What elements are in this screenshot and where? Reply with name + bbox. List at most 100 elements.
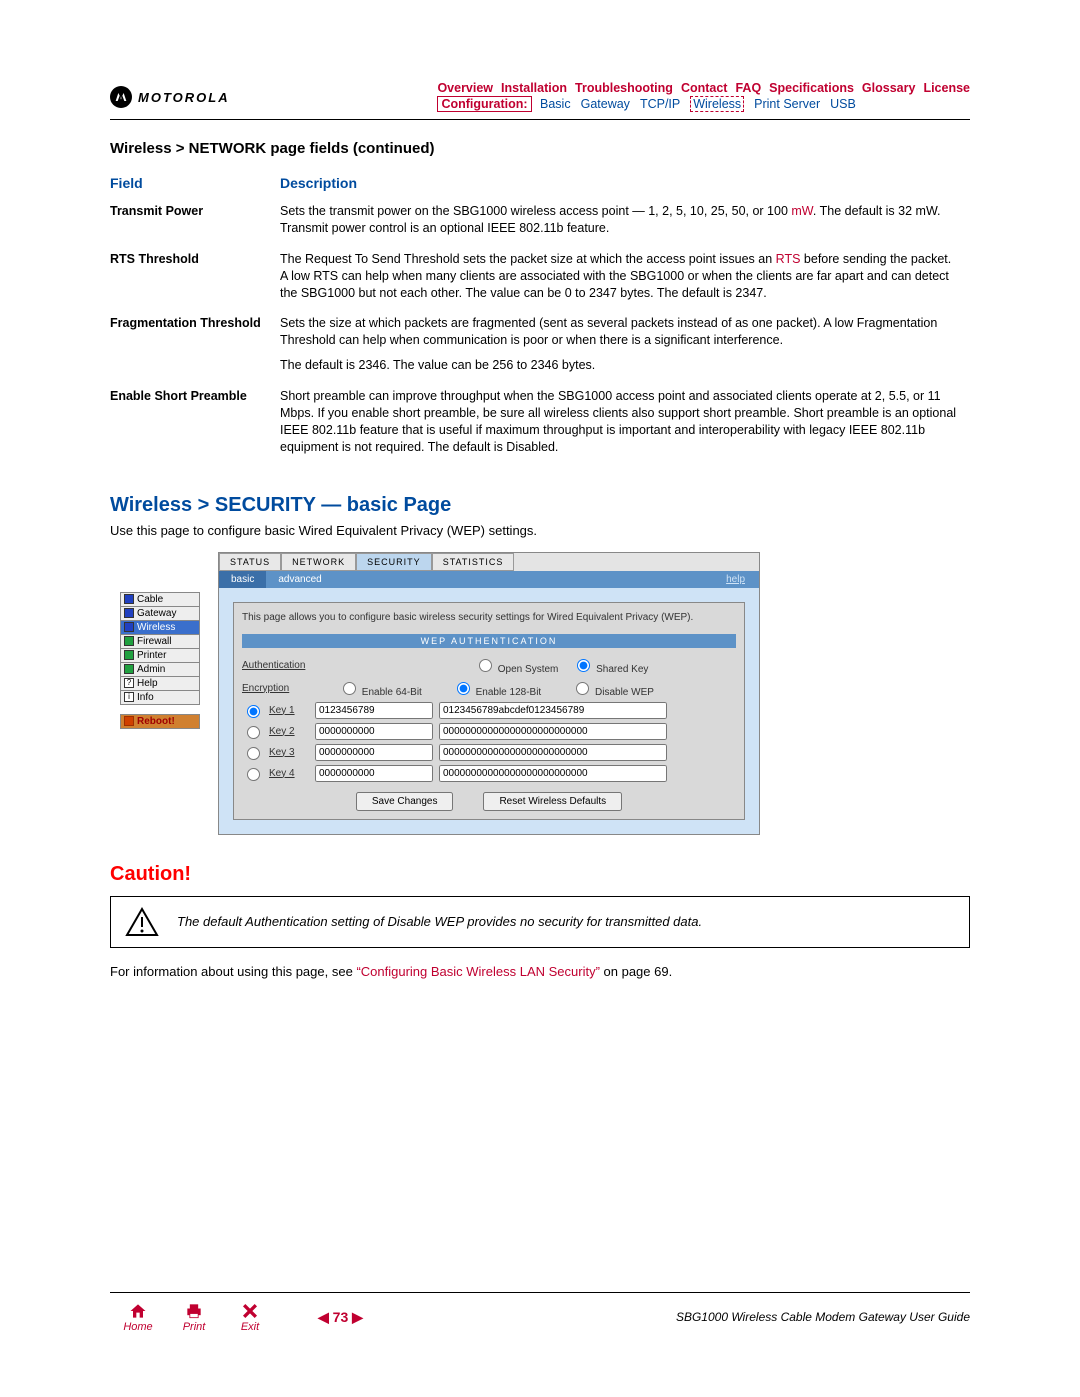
- page-number: 73: [333, 1309, 349, 1325]
- nav-specifications[interactable]: Specifications: [769, 81, 854, 95]
- security-heading: Wireless > SECURITY — basic Page: [110, 494, 970, 517]
- help-link[interactable]: help: [714, 571, 759, 588]
- field-name: Fragmentation Threshold: [110, 311, 280, 384]
- key-row: Key 4: [242, 765, 736, 782]
- key-label: Key 4: [269, 768, 309, 779]
- nav-glossary[interactable]: Glossary: [862, 81, 916, 95]
- nav-troubleshooting[interactable]: Troubleshooting: [575, 81, 673, 95]
- caution-text: The default Authentication setting of Di…: [177, 914, 702, 929]
- exit-button[interactable]: Exit: [222, 1301, 278, 1333]
- auth-option[interactable]: Open System: [474, 664, 558, 675]
- crossref-link[interactable]: “Configuring Basic Wireless LAN Security…: [356, 964, 599, 979]
- key-64-input[interactable]: [315, 765, 433, 782]
- key-label: Key 3: [269, 747, 309, 758]
- field-desc: The Request To Send Threshold sets the p…: [280, 247, 970, 312]
- subnav-usb[interactable]: USB: [830, 97, 856, 111]
- auth-row: Authentication Open System Shared Key: [242, 656, 736, 675]
- th-desc: Description: [280, 171, 970, 199]
- key-128-input[interactable]: [439, 723, 667, 740]
- brand-wordmark: MOTOROLA: [138, 90, 230, 105]
- key-64-input[interactable]: [315, 723, 433, 740]
- tab-status[interactable]: STATUS: [219, 553, 281, 571]
- enc-option[interactable]: Enable 128-Bit: [452, 679, 541, 698]
- enc-row: Encryption Enable 64-Bit Enable 128-Bit …: [242, 679, 736, 698]
- auth-option[interactable]: Shared Key: [572, 664, 648, 675]
- field-desc: Sets the size at which packets are fragm…: [280, 311, 970, 384]
- key-64-input[interactable]: [315, 702, 433, 719]
- brand-logo: MOTOROLA: [110, 80, 230, 108]
- screenshot-inset: CableGatewayWirelessFirewallPrinterAdmin…: [120, 552, 970, 835]
- key-select[interactable]: [247, 747, 260, 760]
- sidenav-help[interactable]: ?Help: [120, 676, 200, 691]
- key-128-input[interactable]: [439, 765, 667, 782]
- field-name: RTS Threshold: [110, 247, 280, 312]
- subnav-wireless[interactable]: Wireless: [690, 96, 744, 112]
- nav-contact[interactable]: Contact: [681, 81, 728, 95]
- motorola-batwing-icon: [110, 86, 132, 108]
- caution-heading: Caution!: [110, 863, 970, 886]
- glossary-term[interactable]: mW: [791, 204, 813, 218]
- th-field: Field: [110, 171, 280, 199]
- field-desc: Short preamble can improve throughput wh…: [280, 384, 970, 466]
- config-label: Configuration:: [437, 96, 531, 112]
- auth-label: Authentication: [242, 660, 332, 671]
- sidenav-printer[interactable]: Printer: [120, 648, 200, 663]
- subnav-tcp/ip[interactable]: TCP/IP: [640, 97, 680, 111]
- afterinfo: For information about using this page, s…: [110, 964, 970, 979]
- guide-title: SBG1000 Wireless Cable Modem Gateway Use…: [676, 1310, 970, 1324]
- primary-nav: Overview Installation Troubleshooting Conta…: [437, 80, 970, 95]
- subnav-gateway[interactable]: Gateway: [581, 97, 630, 111]
- key-select[interactable]: [247, 768, 260, 781]
- nav-overview[interactable]: Overview: [437, 81, 493, 95]
- wep-auth-title: WEP AUTHENTICATION: [242, 634, 736, 648]
- sidenav-cable[interactable]: Cable: [120, 592, 200, 607]
- nav-installation[interactable]: Installation: [501, 81, 567, 95]
- save-button[interactable]: Save Changes: [356, 792, 454, 811]
- warning-icon: [125, 907, 159, 937]
- sidenav-admin[interactable]: Admin: [120, 662, 200, 677]
- field-desc: Sets the transmit power on the SBG1000 w…: [280, 199, 970, 247]
- enc-option[interactable]: Disable WEP: [571, 679, 654, 698]
- enc-label: Encryption: [242, 683, 332, 694]
- sidenav-reboot[interactable]: Reboot!: [120, 714, 200, 729]
- field-name: Enable Short Preamble: [110, 384, 280, 466]
- nav-license[interactable]: License: [923, 81, 970, 95]
- subtab-basic[interactable]: basic: [219, 571, 266, 588]
- tab-statistics[interactable]: STATISTICS: [432, 553, 515, 571]
- key-label: Key 2: [269, 726, 309, 737]
- page-pager: ◀ 73 ▶: [318, 1309, 363, 1326]
- key-64-input[interactable]: [315, 744, 433, 761]
- print-button[interactable]: Print: [166, 1301, 222, 1333]
- key-128-input[interactable]: [439, 702, 667, 719]
- key-select[interactable]: [247, 726, 260, 739]
- inset-panel: STATUSNETWORKSECURITYSTATISTICS basicadv…: [218, 552, 760, 835]
- panel-note: This page allows you to configure basic …: [242, 611, 736, 624]
- tab-network[interactable]: NETWORK: [281, 553, 356, 571]
- key-row: Key 1: [242, 702, 736, 719]
- caution-box: The default Authentication setting of Di…: [110, 896, 970, 948]
- page-footer: Home Print Exit ◀ 73 ▶ SBG1000 Wireless …: [110, 1292, 970, 1333]
- subtab-advanced[interactable]: advanced: [266, 571, 333, 588]
- key-128-input[interactable]: [439, 744, 667, 761]
- sidenav-gateway[interactable]: Gateway: [120, 606, 200, 621]
- glossary-term[interactable]: RTS: [776, 252, 801, 266]
- sidenav-wireless[interactable]: Wireless: [120, 620, 200, 635]
- prev-page-arrow[interactable]: ◀: [318, 1309, 329, 1325]
- enc-option[interactable]: Enable 64-Bit: [338, 679, 422, 698]
- next-page-arrow[interactable]: ▶: [352, 1309, 363, 1325]
- sidenav-firewall[interactable]: Firewall: [120, 634, 200, 649]
- key-select[interactable]: [247, 705, 260, 718]
- nav-faq[interactable]: FAQ: [735, 81, 761, 95]
- home-button[interactable]: Home: [110, 1301, 166, 1333]
- section-title: Wireless > NETWORK page fields (continue…: [110, 140, 970, 157]
- fields-table: Field Description Transmit PowerSets the…: [110, 171, 970, 466]
- sidenav-info[interactable]: iInfo: [120, 690, 200, 705]
- inset-tabs-top: STATUSNETWORKSECURITYSTATISTICS: [219, 553, 759, 571]
- tab-security[interactable]: SECURITY: [356, 553, 432, 571]
- subnav-basic[interactable]: Basic: [540, 97, 571, 111]
- inset-tabs-sub: basicadvanced help: [219, 571, 759, 588]
- subnav-print-server[interactable]: Print Server: [754, 97, 820, 111]
- key-row: Key 3: [242, 744, 736, 761]
- header-rule: [110, 119, 970, 120]
- reset-button[interactable]: Reset Wireless Defaults: [483, 792, 622, 811]
